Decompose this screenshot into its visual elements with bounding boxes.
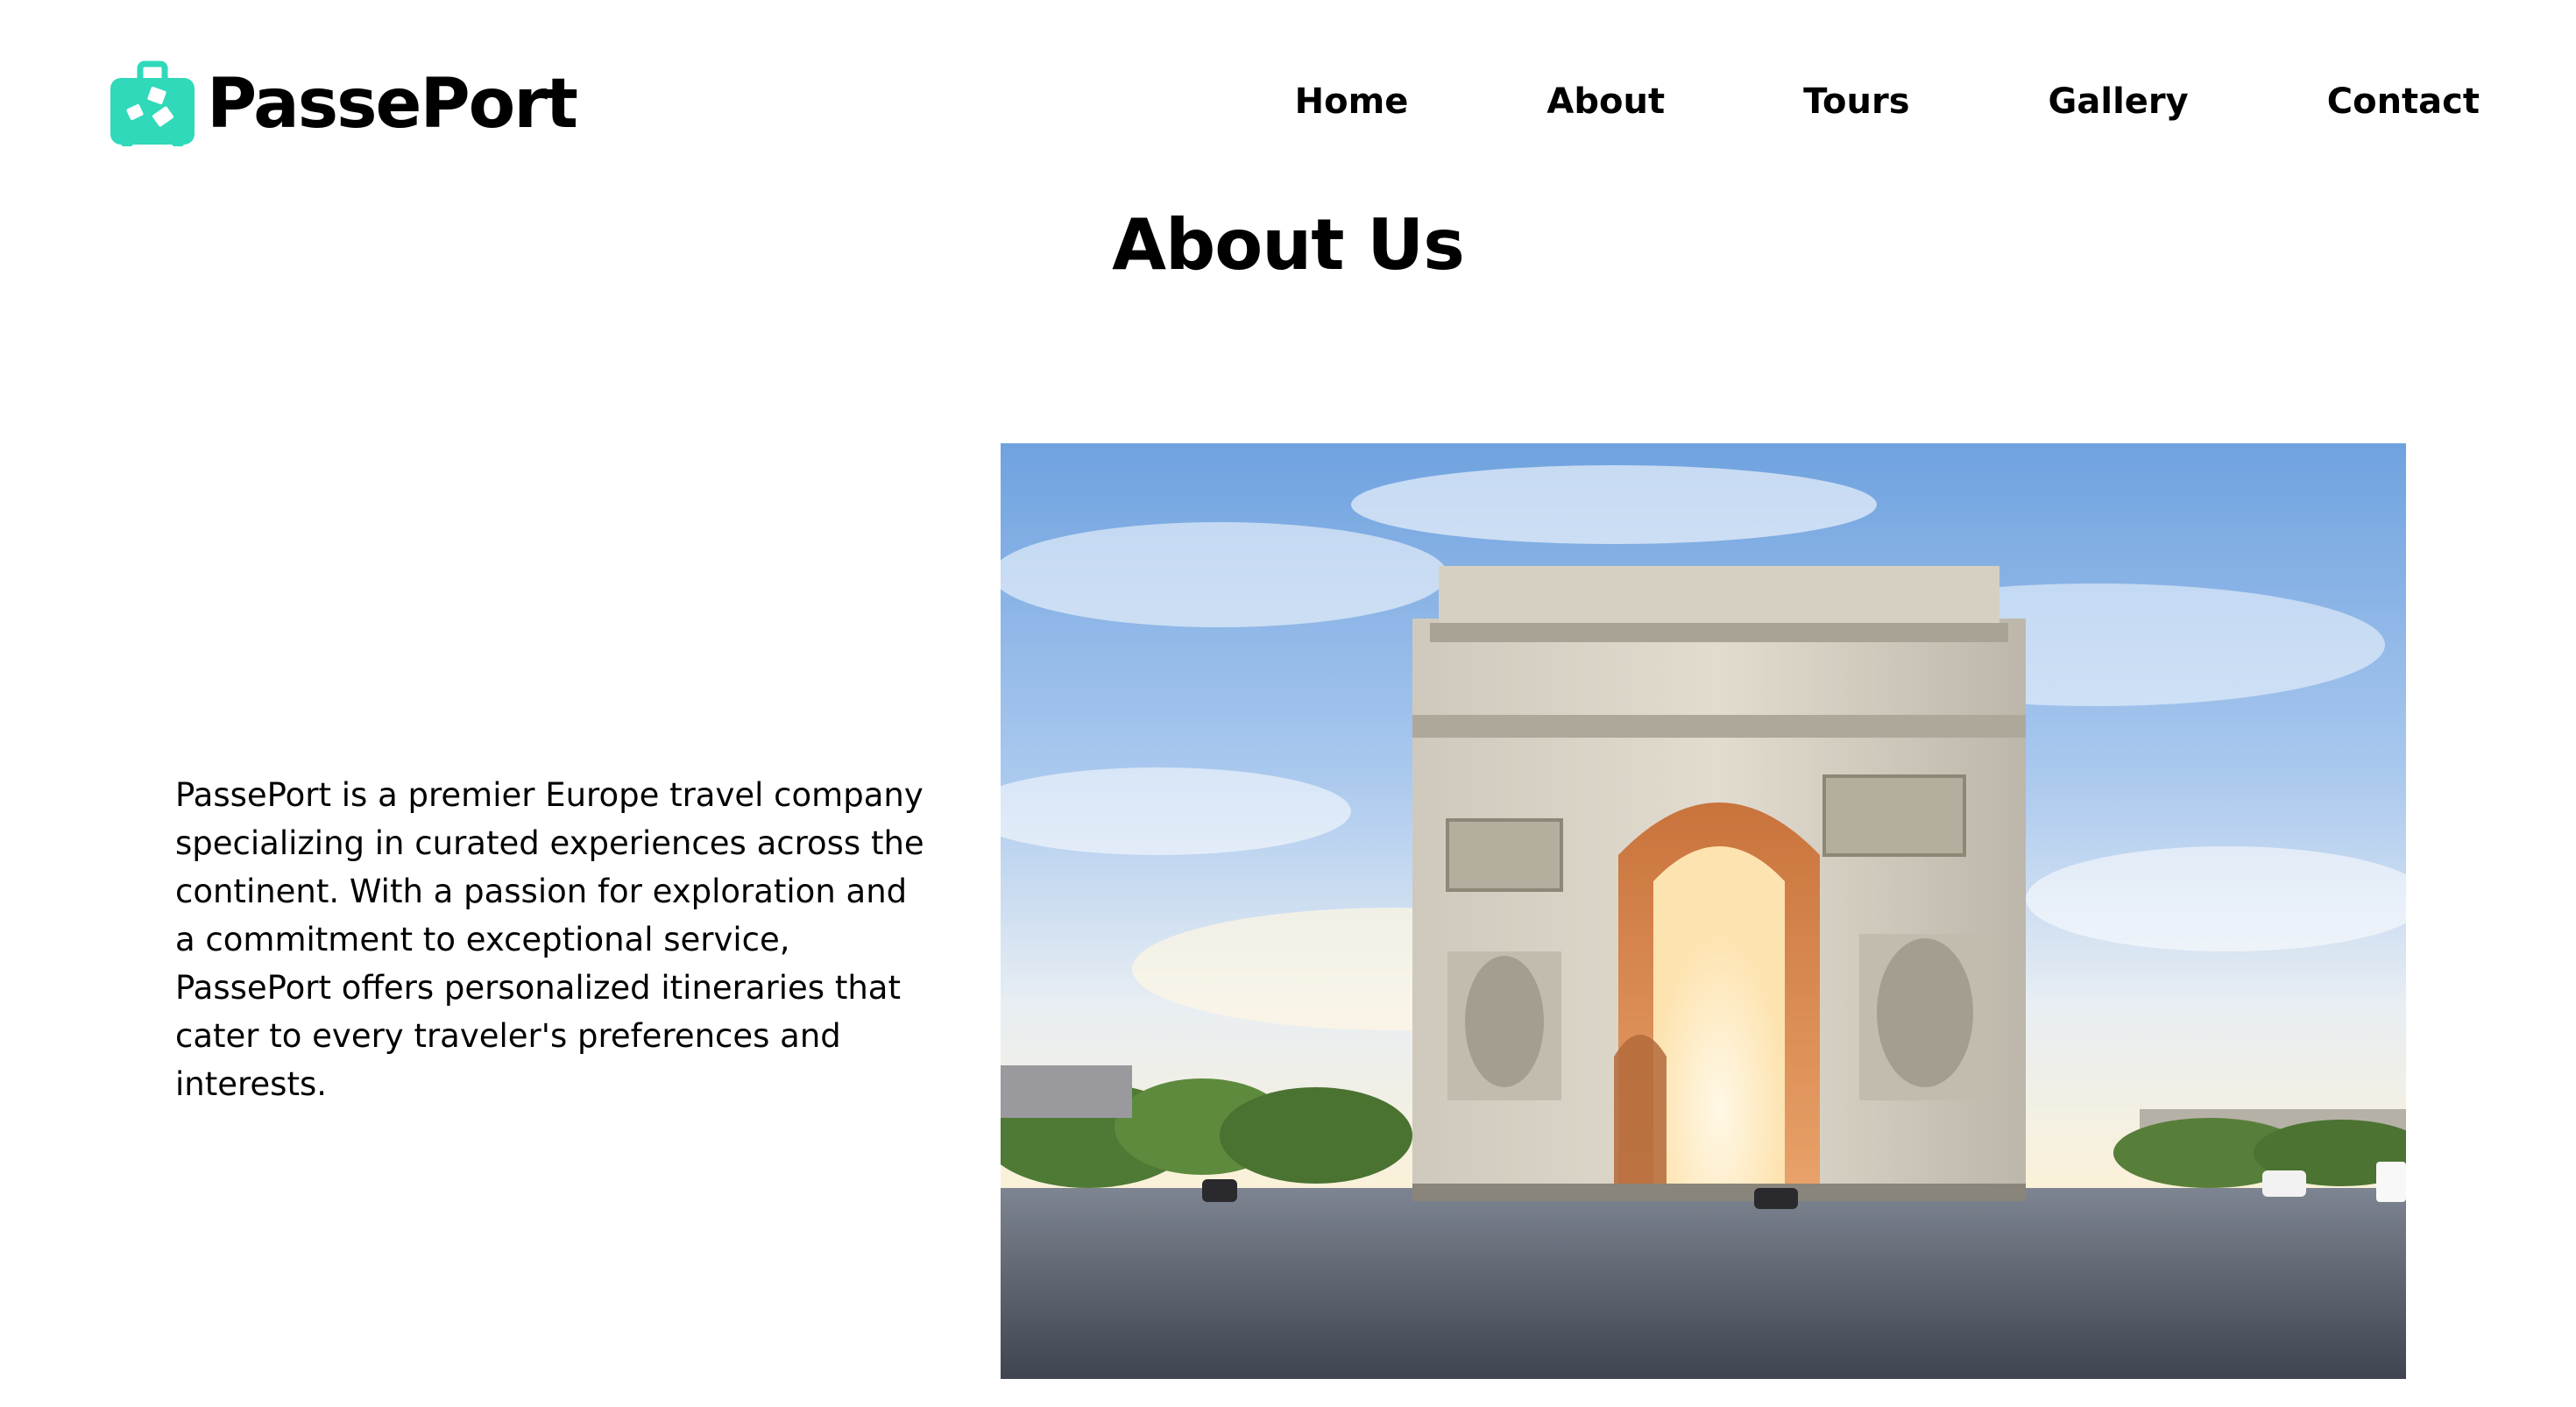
logo-link[interactable]: PassePort	[109, 56, 578, 152]
main-nav: Home About Tours Gallery Contact	[1295, 84, 2480, 119]
logo-text: PassePort	[207, 65, 578, 144]
nav-contact[interactable]: Contact	[2327, 84, 2480, 119]
about-description: PassePort is a premier Europe travel com…	[175, 776, 924, 1103]
page-title: About Us	[1112, 204, 1465, 286]
suitcase-icon	[110, 60, 195, 146]
page: PassePort Home About Tours Gallery Conta…	[0, 0, 2576, 1407]
nav-home[interactable]: Home	[1295, 84, 1409, 119]
nav-gallery[interactable]: Gallery	[2049, 84, 2189, 119]
arc-de-triomphe-image	[1001, 443, 2406, 1379]
nav-tours[interactable]: Tours	[1803, 84, 1909, 119]
nav-about[interactable]: About	[1546, 84, 1665, 119]
